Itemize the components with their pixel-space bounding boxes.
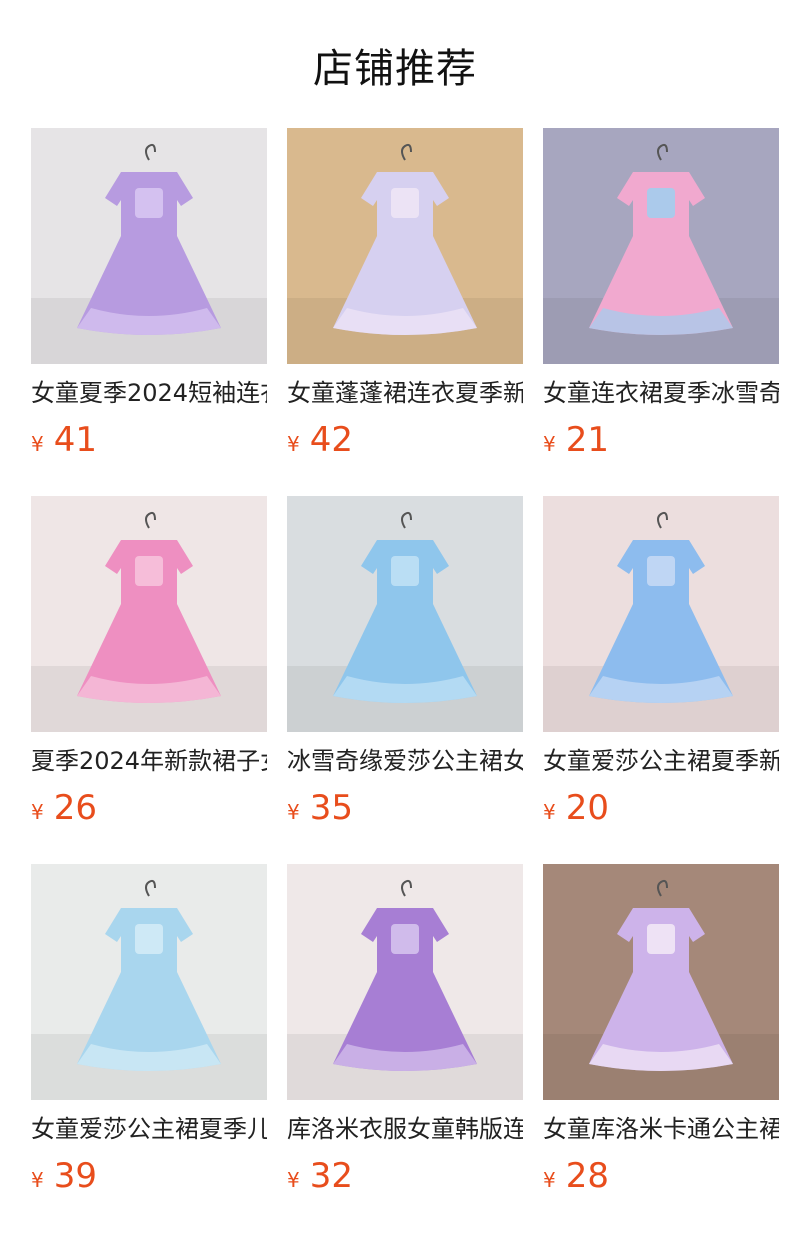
price-value: 32 — [309, 1156, 353, 1196]
product-price: ¥42 — [287, 420, 523, 460]
currency-symbol: ¥ — [543, 800, 556, 824]
price-value: 21 — [565, 420, 609, 460]
product-price: ¥28 — [543, 1156, 779, 1196]
product-name[interactable]: 女童连衣裙夏季冰雪奇缘 — [543, 378, 779, 408]
product-image[interactable] — [31, 496, 267, 732]
product-price: ¥41 — [31, 420, 267, 460]
product-image[interactable] — [543, 496, 779, 732]
shop-recommend-page: 店铺推荐 女童夏季2024短袖连衣裙 ¥41 女童蓬蓬裙连衣夏季新款 ¥42 女童连衣裙… — [0, 0, 790, 1234]
product-card[interactable]: 夏季2024年新款裙子女童 ¥26 — [31, 496, 267, 864]
currency-symbol: ¥ — [31, 1168, 44, 1192]
price-value: 42 — [309, 420, 353, 460]
currency-symbol: ¥ — [543, 432, 556, 456]
product-name[interactable]: 冰雪奇缘爱莎公主裙女童 — [287, 746, 523, 776]
product-grid: 女童夏季2024短袖连衣裙 ¥41 女童蓬蓬裙连衣夏季新款 ¥42 女童连衣裙夏季冰雪奇… — [31, 128, 779, 1232]
price-value: 41 — [53, 420, 97, 460]
currency-symbol: ¥ — [31, 432, 44, 456]
product-image[interactable] — [543, 128, 779, 364]
currency-symbol: ¥ — [31, 800, 44, 824]
currency-symbol: ¥ — [543, 1168, 556, 1192]
product-card[interactable]: 女童蓬蓬裙连衣夏季新款 ¥42 — [287, 128, 523, 496]
product-image[interactable] — [31, 128, 267, 364]
product-name[interactable]: 女童爱莎公主裙夏季新款 — [543, 746, 779, 776]
page-title: 店铺推荐 — [313, 46, 477, 92]
product-price: ¥21 — [543, 420, 779, 460]
product-card[interactable]: 女童夏季2024短袖连衣裙 ¥41 — [31, 128, 267, 496]
product-name[interactable]: 女童夏季2024短袖连衣裙 — [31, 378, 267, 408]
product-price: ¥35 — [287, 788, 523, 828]
price-value: 35 — [309, 788, 353, 828]
currency-symbol: ¥ — [287, 800, 300, 824]
product-card[interactable]: 库洛米衣服女童韩版连衣裙 ¥32 — [287, 864, 523, 1232]
price-value: 28 — [565, 1156, 609, 1196]
price-value: 39 — [53, 1156, 97, 1196]
product-price: ¥32 — [287, 1156, 523, 1196]
product-card[interactable]: 女童连衣裙夏季冰雪奇缘 ¥21 — [543, 128, 779, 496]
product-image[interactable] — [31, 864, 267, 1100]
product-price: ¥20 — [543, 788, 779, 828]
product-card[interactable]: 冰雪奇缘爱莎公主裙女童 ¥35 — [287, 496, 523, 864]
product-image[interactable] — [543, 864, 779, 1100]
product-card[interactable]: 女童库洛米卡通公主裙 ¥28 — [543, 864, 779, 1232]
product-name[interactable]: 女童爱莎公主裙夏季儿童 — [31, 1114, 267, 1144]
product-price: ¥39 — [31, 1156, 267, 1196]
product-name[interactable]: 女童蓬蓬裙连衣夏季新款 — [287, 378, 523, 408]
product-card[interactable]: 女童爱莎公主裙夏季新款 ¥20 — [543, 496, 779, 864]
product-name[interactable]: 女童库洛米卡通公主裙 — [543, 1114, 779, 1144]
price-value: 26 — [53, 788, 97, 828]
product-price: ¥26 — [31, 788, 267, 828]
product-image[interactable] — [287, 864, 523, 1100]
product-image[interactable] — [287, 128, 523, 364]
product-image[interactable] — [287, 496, 523, 732]
currency-symbol: ¥ — [287, 432, 300, 456]
price-value: 20 — [565, 788, 609, 828]
product-name[interactable]: 夏季2024年新款裙子女童 — [31, 746, 267, 776]
currency-symbol: ¥ — [287, 1168, 300, 1192]
product-name[interactable]: 库洛米衣服女童韩版连衣裙 — [287, 1114, 523, 1144]
product-card[interactable]: 女童爱莎公主裙夏季儿童 ¥39 — [31, 864, 267, 1232]
